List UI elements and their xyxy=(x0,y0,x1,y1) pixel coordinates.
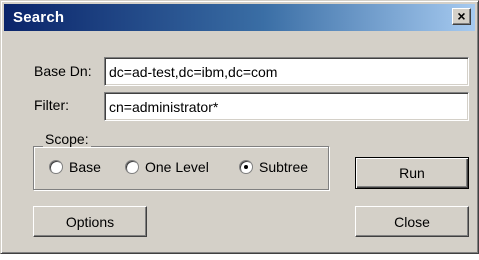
base-dn-field[interactable] xyxy=(104,57,469,86)
radio-button-icon[interactable] xyxy=(49,160,63,174)
scope-option-label: Base xyxy=(69,159,101,175)
search-dialog: Search × Base Dn: Filter: Scope: Base On… xyxy=(0,0,479,254)
filter-label: Filter: xyxy=(34,97,69,113)
scope-legend: Scope: xyxy=(43,131,91,147)
scope-option-label: Subtree xyxy=(259,159,309,175)
scope-radio-subtree[interactable]: Subtree xyxy=(239,159,308,175)
close-button[interactable]: Close xyxy=(355,206,469,237)
scope-option-label: One Level xyxy=(145,159,209,175)
radio-button-icon[interactable] xyxy=(125,160,139,174)
scope-radio-base[interactable]: Base xyxy=(49,159,101,175)
run-button[interactable]: Run xyxy=(355,157,469,189)
title-bar[interactable]: Search × xyxy=(4,4,475,31)
radio-button-selected-icon[interactable] xyxy=(239,160,253,174)
filter-field[interactable] xyxy=(104,92,469,121)
options-button[interactable]: Options xyxy=(33,206,147,237)
base-dn-label: Base Dn: xyxy=(34,63,92,79)
scope-radio-one-level[interactable]: One Level xyxy=(125,159,209,175)
close-icon[interactable]: × xyxy=(452,8,471,25)
window-title: Search xyxy=(13,9,65,26)
